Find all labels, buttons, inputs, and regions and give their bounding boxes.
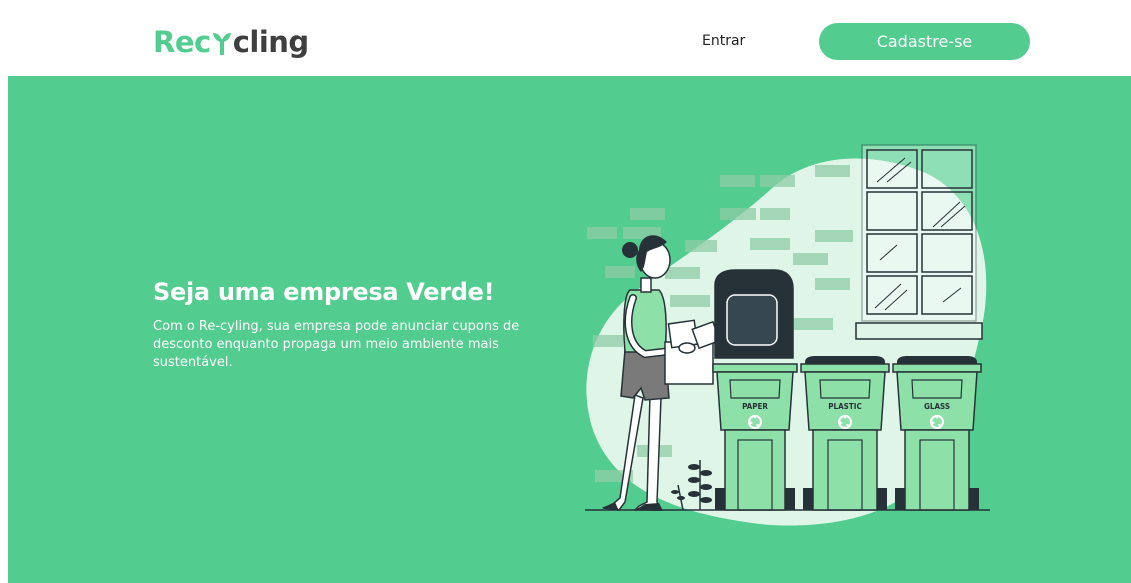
plastic-bin xyxy=(800,356,890,511)
glass-bin xyxy=(892,356,982,511)
paper-bin xyxy=(712,269,798,511)
bin-label-plastic: PLASTIC xyxy=(828,402,861,411)
top-navbar: Rec cling Entrar Cadastre-se xyxy=(0,0,1131,76)
window xyxy=(855,144,983,340)
signup-button[interactable]: Cadastre-se xyxy=(819,23,1030,60)
recycling-illustration: PAPER PLASTIC GLASS xyxy=(585,144,990,526)
bin-label-paper: PAPER xyxy=(742,402,768,411)
hero-title: Seja uma empresa Verde! xyxy=(153,278,495,306)
bin-label-glass: GLASS xyxy=(924,402,950,411)
hero-description: Com o Re-cyling, sua empresa pode anunci… xyxy=(153,319,520,370)
recycling-logo[interactable]: Rec cling xyxy=(153,22,309,62)
sprout-icon xyxy=(212,33,231,55)
logo-text-suffix: cling xyxy=(232,25,309,59)
login-link[interactable]: Entrar xyxy=(702,33,745,49)
logo-text-prefix: Rec xyxy=(153,25,211,59)
